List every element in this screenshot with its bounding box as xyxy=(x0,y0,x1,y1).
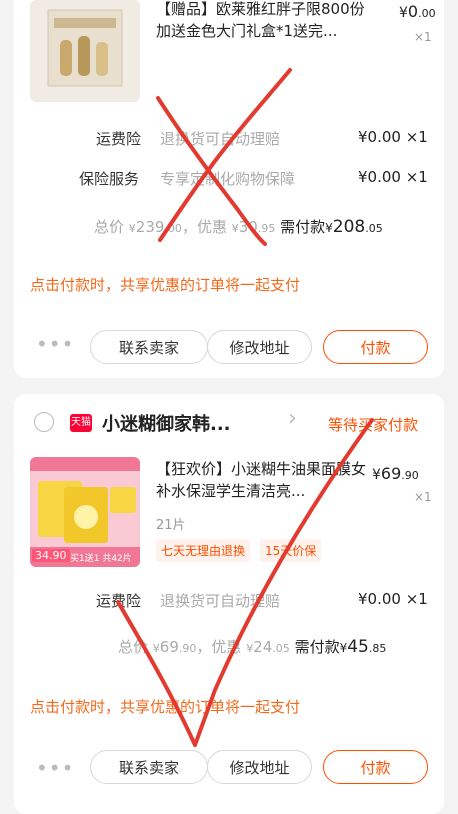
total-currency: ¥ xyxy=(152,642,160,655)
return-policy-tag: 七天无理由退换 xyxy=(156,539,251,562)
discount-label: ，优惠 xyxy=(196,638,242,656)
shop-name[interactable]: 小迷糊御家韩... xyxy=(102,410,231,436)
currency-symbol: ¥ xyxy=(399,5,408,21)
total-integer: 239 xyxy=(135,218,165,236)
chevron-right-icon[interactable]: › xyxy=(288,406,297,431)
discount-integer: 30 xyxy=(238,218,258,236)
thumbnail-banner: 买1送1 共42片 xyxy=(70,554,132,564)
need-pay-label: 需付款 xyxy=(280,218,326,236)
tmall-badge-icon: 天猫 xyxy=(70,414,92,432)
shipping-insurance-value: ¥0.00 ×1 xyxy=(358,128,428,146)
pay-button[interactable]: 付款 xyxy=(323,750,428,784)
product-thumbnail[interactable] xyxy=(30,0,140,102)
order-status: 等待买家付款 xyxy=(328,416,419,434)
product-quantity: ×1 xyxy=(414,490,432,504)
gift-box-image xyxy=(30,0,140,102)
need-pay-currency: ¥ xyxy=(325,221,333,235)
more-options-icon[interactable]: ••• xyxy=(36,332,74,356)
change-address-button[interactable]: 修改地址 xyxy=(207,750,312,784)
pay-button[interactable]: 付款 xyxy=(323,330,428,364)
contact-seller-button[interactable]: 联系卖家 xyxy=(90,750,208,784)
product-price: ¥0.00 xyxy=(399,2,436,21)
thumbnail-price: 34.90 xyxy=(32,549,70,562)
price-decimal: .90 xyxy=(401,469,419,482)
insurance-service-label: 保险服务 xyxy=(79,170,140,188)
shipping-insurance-desc[interactable]: 退换货可自动理赔 xyxy=(160,128,280,149)
discount-decimal: .05 xyxy=(272,642,290,655)
product-quantity: ×1 xyxy=(414,30,432,44)
order-summary: 总价 ¥69.90，优惠 ¥24.05 需付款¥45.85 xyxy=(118,636,386,657)
price-protection-tag: 15天价保 xyxy=(260,539,322,562)
contact-seller-button[interactable]: 联系卖家 xyxy=(90,330,208,364)
need-pay-decimal: .85 xyxy=(368,642,387,655)
product-title[interactable]: 【狂欢价】小迷糊牛油果面膜女补水保湿学生清洁亮... xyxy=(156,458,371,502)
price-integer: 69 xyxy=(380,464,402,483)
need-pay-integer: 45 xyxy=(347,637,369,657)
price-decimal: .00 xyxy=(418,7,436,20)
select-order-radio[interactable] xyxy=(34,412,54,432)
need-pay-label: 需付款 xyxy=(294,638,340,656)
order-card-2: 天猫 小迷糊御家韩... › 等待买家付款 34.90 买1送1 共42片 【狂… xyxy=(14,394,444,814)
order-summary: 总价 ¥239.00，优惠 ¥30.95 需付款¥208.05 xyxy=(94,216,383,237)
total-label: 总价 xyxy=(94,218,125,236)
shipping-insurance-value: ¥0.00 ×1 xyxy=(358,590,428,608)
product-title[interactable]: 【赠品】欧莱雅红胖子限800份加送金色大门礼盒*1送完... xyxy=(156,0,376,42)
total-currency: ¥ xyxy=(128,222,136,235)
insurance-service-value: ¥0.00 ×1 xyxy=(358,168,428,186)
total-decimal: .00 xyxy=(164,222,182,235)
product-thumbnail[interactable]: 34.90 买1送1 共42片 xyxy=(30,457,140,567)
total-decimal: .90 xyxy=(178,642,197,655)
product-variant: 21片 xyxy=(156,518,186,533)
discount-label: ，优惠 xyxy=(181,218,227,236)
total-label: 总价 xyxy=(118,638,149,656)
more-options-icon[interactable]: ••• xyxy=(36,756,74,780)
discount-integer: 24 xyxy=(253,638,273,656)
need-pay-decimal: .05 xyxy=(365,222,383,235)
insurance-service-desc[interactable]: 专享定制化购物保障 xyxy=(160,168,295,189)
combined-payment-notice: 点击付款时，共享优惠的订单将一起支付 xyxy=(30,698,301,716)
total-integer: 69 xyxy=(159,638,179,656)
shipping-insurance-label: 运费险 xyxy=(96,130,142,148)
change-address-button[interactable]: 修改地址 xyxy=(207,330,312,364)
currency-symbol: ¥ xyxy=(372,467,381,483)
order-card-1: 【赠品】欧莱雅红胖子限800份加送金色大门礼盒*1送完... ¥0.00 ×1 … xyxy=(14,0,444,378)
price-integer: 0 xyxy=(407,2,419,21)
shipping-insurance-desc[interactable]: 退换货可自动理赔 xyxy=(160,590,280,611)
shipping-insurance-label: 运费险 xyxy=(96,592,142,610)
discount-decimal: .95 xyxy=(257,222,276,235)
need-pay-integer: 208 xyxy=(332,217,366,237)
product-price: ¥69.90 xyxy=(372,464,419,483)
combined-payment-notice: 点击付款时，共享优惠的订单将一起支付 xyxy=(30,276,301,294)
discount-currency: ¥ xyxy=(231,222,239,235)
